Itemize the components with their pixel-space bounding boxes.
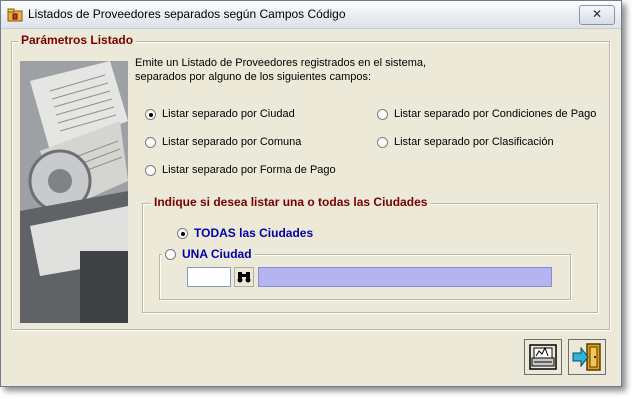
binoculars-icon xyxy=(237,272,251,283)
option-ciudad-label: Listar separado por Ciudad xyxy=(162,108,295,120)
una-ciudad-group: UNA Ciudad xyxy=(159,247,571,300)
city-group-legend: Indique si desea listar una o todas las … xyxy=(151,195,431,209)
side-photo xyxy=(20,61,128,323)
option-comuna[interactable]: Listar separado por Comuna xyxy=(145,136,301,148)
close-button[interactable]: ✕ xyxy=(579,5,615,25)
una-ciudad-label: UNA Ciudad xyxy=(182,247,252,261)
option-comuna-label: Listar separado por Comuna xyxy=(162,136,302,148)
option-forma-pago-label: Listar separado por Forma de Pago xyxy=(162,164,336,176)
radio-comuna[interactable] xyxy=(145,136,156,148)
city-name-field xyxy=(258,267,552,287)
city-code-input[interactable] xyxy=(187,267,231,287)
option-clasificacion[interactable]: Listar separado por Clasificación xyxy=(377,136,554,148)
params-group: Parámetros Listado Emite un Listado de P… xyxy=(11,33,610,330)
option-ciudad[interactable]: Listar separado por Ciudad xyxy=(145,108,295,120)
folder-lock-icon xyxy=(7,8,23,22)
dialog-window: Listados de Proveedores separados según … xyxy=(0,0,622,387)
params-group-legend: Parámetros Listado xyxy=(18,33,137,47)
description-text: Emite un Listado de Proveedores registra… xyxy=(135,57,427,83)
option-una-ciudad[interactable]: UNA Ciudad xyxy=(162,247,255,261)
exit-button[interactable] xyxy=(568,339,606,375)
exit-door-icon xyxy=(572,343,601,371)
newspaper-printer-image xyxy=(20,61,128,323)
print-button[interactable] xyxy=(524,339,562,375)
radio-forma-pago[interactable] xyxy=(145,164,156,176)
city-group: Indique si desea listar una o todas las … xyxy=(142,195,598,313)
option-clasificacion-label: Listar separado por Clasificación xyxy=(394,136,554,148)
todas-ciudades-label: TODAS las Ciudades xyxy=(194,226,314,240)
printer-icon xyxy=(529,344,557,370)
option-todas-ciudades[interactable]: TODAS las Ciudades xyxy=(177,226,313,240)
option-forma-pago[interactable]: Listar separado por Forma de Pago xyxy=(145,164,336,176)
radio-condiciones-pago[interactable] xyxy=(377,108,388,120)
radio-ciudad[interactable] xyxy=(145,108,156,120)
window-title: Listados de Proveedores separados según … xyxy=(28,7,346,21)
title-bar[interactable]: Listados de Proveedores separados según … xyxy=(1,1,621,29)
option-condiciones-pago[interactable]: Listar separado por Condiciones de Pago xyxy=(377,108,596,120)
radio-todas-ciudades[interactable] xyxy=(177,227,188,239)
option-condiciones-pago-label: Listar separado por Condiciones de Pago xyxy=(394,108,597,120)
radio-una-ciudad[interactable] xyxy=(165,248,176,260)
search-button[interactable] xyxy=(234,267,254,287)
radio-clasificacion[interactable] xyxy=(377,136,388,148)
